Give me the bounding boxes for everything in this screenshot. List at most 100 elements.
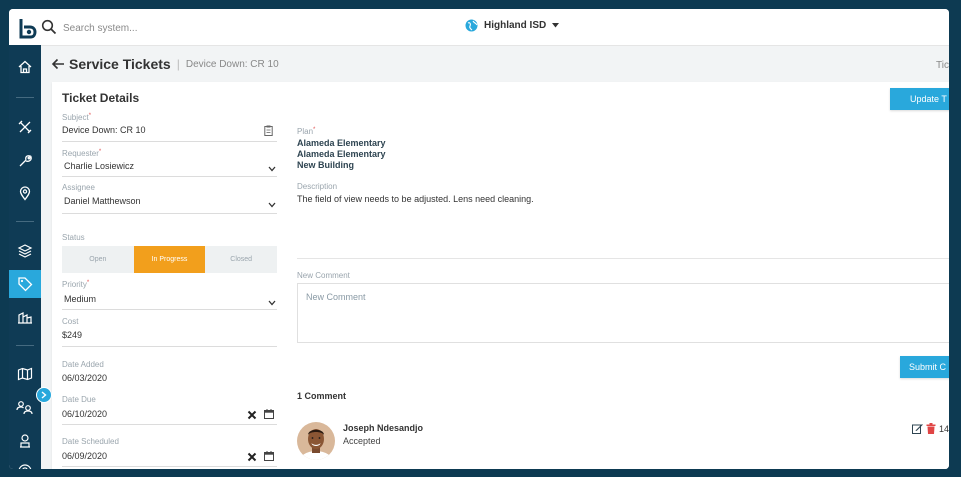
sidebar-item-help[interactable] [9,457,41,469]
new-comment-input[interactable] [297,283,949,343]
date-added-label: Date Added [62,360,104,369]
org-name: Highland ISD [484,20,547,31]
map-icon [17,367,33,381]
user-avatar-icon [297,422,335,460]
header-right-tab[interactable]: Tic [936,60,949,71]
chevron-down-icon[interactable] [268,202,276,208]
priority-underline [62,309,277,310]
globe-icon [465,19,478,32]
avatar [297,422,335,460]
date-scheduled-label: Date Scheduled [62,437,119,446]
sidebar-separator [16,221,34,222]
cost-field[interactable]: $249 [62,330,82,340]
cost-label: Cost [62,317,79,326]
requester-label: Requester* [62,149,102,158]
assignee-label: Assignee [62,183,95,192]
status-label: Status [62,233,85,242]
new-comment-label: New Comment [297,271,350,280]
clear-x-icon[interactable] [247,410,257,420]
tools-icon [18,120,32,134]
clear-x-icon[interactable] [247,452,257,462]
submit-comment-button[interactable]: Submit C [900,356,949,378]
cost-underline [62,346,277,347]
description-label: Description [297,182,338,191]
sidebar-separator [16,97,34,98]
subject-field[interactable]: Device Down: CR 10 [62,125,146,135]
tag-icon [18,277,33,292]
date-due-underline [62,424,277,425]
plan-label: Plan* [297,127,316,136]
calendar-icon[interactable] [264,451,274,461]
description-text[interactable]: The field of view needs to be adjusted. … [297,194,534,204]
priority-select[interactable]: Medium [64,294,96,304]
wrench-icon [19,155,32,167]
back-arrow-icon[interactable] [51,57,65,71]
plan-line: Alameda Elementary [297,149,386,159]
plan-value[interactable]: Alameda Elementary Alameda Elementary Ne… [297,138,386,171]
sidebar-item-maps[interactable] [9,360,41,388]
requester-select[interactable]: Charlie Losiewicz [64,161,134,171]
title-separator: | [176,57,180,71]
app-window: Highland ISD [9,9,949,469]
top-bar: Highland ISD [9,9,949,46]
calendar-icon[interactable] [264,409,274,419]
home-icon [18,60,32,74]
sidebar-item-tickets[interactable] [9,270,41,298]
ticket-details-card: Ticket Details Update T Subject* Device … [52,82,949,469]
sidebar-expand-button[interactable] [36,387,52,403]
breadcrumb-current: Device Down: CR 10 [185,58,279,70]
page-title: Service Tickets [69,56,171,72]
caret-down-icon [552,23,560,28]
status-option-closed[interactable]: Closed [205,246,278,273]
layers-icon [17,244,33,258]
comment-meta: 14 [939,423,949,434]
subject-underline [62,141,277,142]
plan-line: Alameda Elementary [297,138,386,148]
comment-author: Joseph Ndesandjo [343,423,424,433]
sidebar-item-maintenance[interactable] [9,147,41,175]
help-icon [18,464,32,469]
date-due-label: Date Due [62,395,96,404]
card-title: Ticket Details [62,91,140,105]
plan-line: New Building [297,160,354,170]
page-header: Service Tickets | Device Down: CR 10 [51,56,279,72]
date-added-value: 06/03/2020 [62,373,108,383]
status-option-in-progress[interactable]: In Progress [133,246,206,273]
sidebar-separator [16,345,34,346]
clipboard-icon[interactable] [264,125,273,136]
sidebar-item-tools[interactable] [9,113,41,141]
date-scheduled-field[interactable]: 06/09/2020 [62,451,107,461]
people-icon [16,401,33,415]
main-content: Service Tickets | Device Down: CR 10 Tic… [41,46,949,469]
comment-text: Accepted [343,436,381,446]
delete-trash-icon[interactable] [926,423,936,434]
app-logo-icon[interactable] [17,17,37,39]
sidebar-item-buildings[interactable] [9,303,41,331]
sidebar-item-locations[interactable] [9,179,41,207]
assignee-underline [62,213,277,214]
badge-icon [20,434,30,448]
chevron-right-icon [41,391,47,399]
sidebar-item-badges[interactable] [9,427,41,455]
status-option-open[interactable]: Open [62,246,134,273]
comment-count: 1 Comment [297,391,347,401]
buildings-icon [18,312,32,324]
org-selector[interactable]: Highland ISD [465,19,560,32]
sidebar [9,45,41,469]
search-icon[interactable] [41,19,57,35]
search-input[interactable] [61,18,265,38]
sidebar-item-layers[interactable] [9,237,41,265]
date-due-field[interactable]: 06/10/2020 [62,409,107,419]
edit-icon[interactable] [912,423,923,434]
assignee-select[interactable]: Daniel Matthewson [64,196,141,206]
sidebar-item-home[interactable] [9,53,41,81]
date-scheduled-underline [62,466,277,467]
subject-label: Subject* [62,113,92,122]
priority-label: Priority* [62,280,90,289]
chevron-down-icon[interactable] [268,300,276,306]
comment-actions: 14 [912,423,949,434]
description-divider [297,258,949,259]
update-ticket-button[interactable]: Update T [890,88,949,110]
chevron-down-icon[interactable] [268,166,276,172]
status-toggle-group: Open In Progress Closed [62,246,278,273]
